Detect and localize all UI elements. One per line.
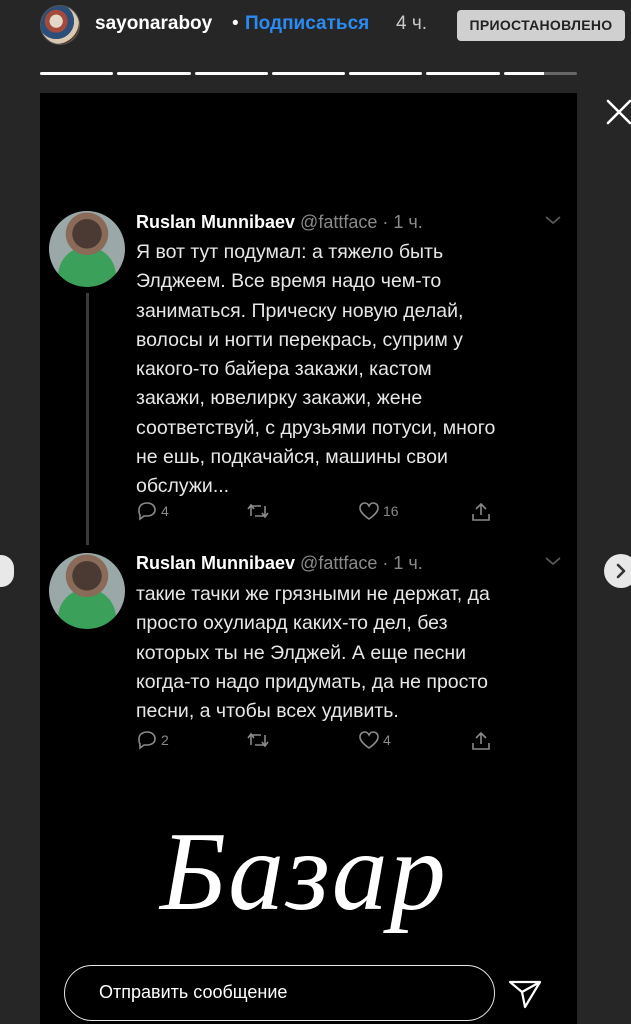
next-story-button[interactable] (604, 554, 631, 588)
progress-segment (349, 72, 423, 75)
reply-count: 2 (161, 732, 169, 748)
retweet-button[interactable] (246, 501, 273, 521)
tweet-handle-time: @fattface · 1 ч. (300, 212, 423, 232)
retweet-icon (247, 732, 269, 748)
tweet-handle-time: @fattface · 1 ч. (300, 553, 423, 573)
avatar[interactable] (40, 5, 80, 45)
story-header: sayonaraboy • Подписаться 4 ч. ПРИОСТАНО… (0, 0, 631, 56)
progress-segment (117, 72, 191, 75)
previous-story-button[interactable] (0, 555, 14, 587)
tweet-line: соответствуй, с друзьями потуси, много (136, 416, 496, 439)
retweet-button[interactable] (246, 730, 273, 750)
progress-segment-current (503, 72, 577, 75)
story-viewer: sayonaraboy • Подписаться 4 ч. ПРИОСТАНО… (0, 0, 631, 1024)
tweet-line: Я вот тут подумал: а тяжело быть (136, 241, 444, 263)
tweet-line: когда-то надо придумать, да не просто (136, 670, 488, 693)
like-button[interactable]: 16 (358, 501, 399, 521)
share-icon (472, 731, 490, 750)
story-content[interactable]: Ruslan Munnibaev @fattface · 1 ч. Я вот … (40, 93, 577, 1024)
close-icon (606, 99, 631, 125)
chevron-down-icon (545, 557, 561, 566)
tweet-line: Элджеем. Все время надо чем-то (136, 270, 442, 293)
send-button[interactable] (505, 973, 545, 1013)
subscribe-button[interactable]: Подписаться (245, 13, 369, 35)
reply-icon (138, 502, 156, 521)
separator-dot: • (232, 13, 239, 34)
tweet-text: Я вот тут подумал: а тяжело быть Элджеем… (136, 238, 566, 502)
heart-icon (359, 731, 379, 749)
heart-icon (359, 502, 379, 520)
username[interactable]: sayonaraboy (95, 13, 212, 35)
chevron-down-icon (545, 216, 561, 225)
progress-segment (40, 72, 114, 75)
reply-button[interactable]: 4 (136, 501, 169, 521)
tweet-actions: 4 16 (136, 501, 496, 525)
tweet-text: такие тачки же грязными не держат, да пр… (136, 580, 566, 726)
tweet-line: которых ты не Элджей. А еще песни (136, 641, 467, 664)
story-progress-bar (40, 72, 577, 75)
like-count: 4 (383, 732, 391, 748)
tweet-avatar (49, 553, 125, 629)
share-button[interactable] (470, 730, 492, 752)
progress-segment (271, 72, 346, 75)
chevron-right-icon (616, 563, 626, 579)
tweet-line: обслужи... (136, 475, 230, 498)
tweet-author: Ruslan Munnibaev @fattface · 1 ч. (136, 212, 423, 233)
close-button[interactable] (604, 97, 631, 127)
tweet-line: такие тачки же грязными не держат, да (136, 583, 490, 605)
thread-line (86, 293, 89, 545)
tweet-author: Ruslan Munnibaev @fattface · 1 ч. (136, 553, 423, 574)
reply-button[interactable]: 2 (136, 730, 169, 750)
reply-count: 4 (161, 503, 169, 519)
like-button[interactable]: 4 (358, 730, 391, 750)
progress-segment (426, 72, 500, 75)
paused-badge[interactable]: ПРИОСТАНОВЛЕНО (457, 10, 625, 41)
tweet-line: волосы и ногти перекрась, суприм у (136, 328, 463, 351)
chevron-left-icon (0, 555, 14, 587)
tweet-line: просто охулиард каких-то дел, без (136, 612, 448, 635)
tweet-author-name: Ruslan Munnibaev (136, 553, 296, 573)
sticker-text: Базар (160, 810, 448, 934)
tweet-line: песни, а чтобы всех удивить. (136, 700, 399, 723)
tweet-line: заниматься. Прическу новую делай, (136, 299, 464, 322)
tweet-avatar (49, 211, 125, 287)
share-icon (472, 502, 490, 521)
tweet-actions: 2 4 (136, 730, 496, 754)
send-icon (508, 980, 542, 1009)
like-count: 16 (383, 503, 399, 519)
retweet-icon (247, 503, 269, 519)
tweet-line: закажи, ювелирку закажи, жене (136, 387, 423, 410)
send-message-input[interactable]: Отправить сообщение (64, 965, 495, 1021)
tweet-line: какого-то байера закажи, кастом (136, 358, 432, 381)
tweet-line: не ешь, подкачайся, машины свои (136, 446, 448, 469)
share-button[interactable] (470, 501, 492, 523)
reply-icon (138, 731, 156, 750)
tweet-author-name: Ruslan Munnibaev (136, 212, 296, 232)
time-ago: 4 ч. (396, 13, 428, 34)
progress-segment (194, 72, 268, 75)
